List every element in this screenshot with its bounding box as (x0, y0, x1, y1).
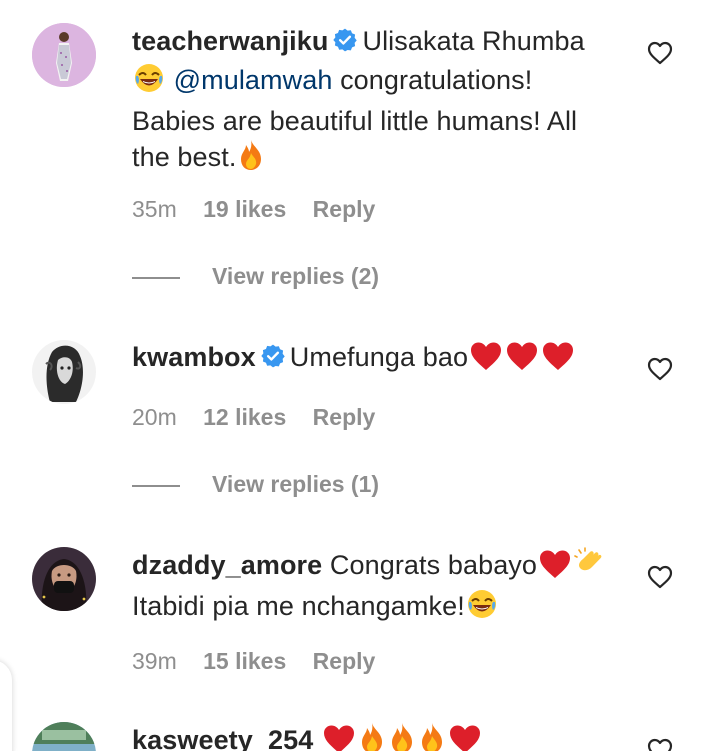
laughing-face-icon (133, 62, 165, 103)
likes-count[interactable]: 15 likes (203, 648, 286, 674)
comment-time: 20m (132, 404, 177, 430)
like-heart-icon[interactable] (647, 738, 673, 751)
comment-text: teacherwanjiku Ulisakata Rhumba @mulamwah… (132, 23, 612, 180)
fire-icon (237, 139, 265, 180)
laughing-face-icon (466, 588, 498, 629)
avatar[interactable] (32, 340, 96, 404)
comment-meta: 35m 19 likes Reply (132, 194, 395, 224)
view-replies-label: View replies (2) (212, 263, 380, 289)
reply-button[interactable]: Reply (313, 404, 376, 430)
fire-icon (388, 722, 416, 751)
red-heart-icon (322, 724, 356, 751)
comment-text: kasweety_254 (132, 722, 612, 751)
red-heart-icon (505, 341, 539, 380)
comment-meta: 39m 15 likes Reply (132, 646, 395, 676)
like-heart-icon[interactable] (647, 357, 673, 381)
mention-link[interactable]: @mulamwah (174, 65, 333, 95)
red-heart-icon (469, 341, 503, 380)
red-heart-icon (448, 724, 482, 751)
comment-body-text: Ulisakata Rhumba (362, 26, 585, 56)
reply-button[interactable]: Reply (313, 196, 376, 222)
divider-line (132, 276, 180, 279)
verified-badge-icon (260, 342, 286, 378)
username[interactable]: kwambox (132, 342, 256, 372)
red-heart-icon (538, 549, 572, 588)
username[interactable]: teacherwanjiku (132, 26, 328, 56)
avatar[interactable] (32, 547, 96, 611)
clapping-hands-icon (574, 547, 606, 588)
likes-count[interactable]: 12 likes (203, 404, 286, 430)
fire-icon (418, 722, 446, 751)
comment-body-text-2: Itabidi pia me nchangamke! (132, 591, 465, 621)
comments-page: teacherwanjiku Ulisakata Rhumba @mulamwah… (0, 0, 720, 751)
comment-time: 35m (132, 196, 177, 222)
username[interactable]: kasweety_254 (132, 725, 313, 751)
divider-line (132, 484, 180, 487)
red-heart-icon (541, 341, 575, 380)
reply-button[interactable]: Reply (313, 648, 376, 674)
like-heart-icon[interactable] (647, 41, 673, 65)
comment-body-text: Congrats babayo (329, 550, 538, 580)
verified-badge-icon (332, 26, 358, 62)
comment-body-text: Umefunga bao (289, 342, 469, 372)
comment-text: dzaddy_amore Congrats babayo Itabidi pia… (132, 547, 612, 629)
like-heart-icon[interactable] (647, 565, 673, 589)
fire-icon (358, 722, 386, 751)
view-replies-button[interactable]: View replies (1) (132, 469, 379, 499)
avatar[interactable] (32, 722, 96, 751)
comment-meta: 20m 12 likes Reply (132, 402, 395, 432)
view-replies-button[interactable]: View replies (2) (132, 261, 379, 291)
comment-time: 39m (132, 648, 177, 674)
floating-edge-card (0, 660, 12, 751)
likes-count[interactable]: 19 likes (203, 196, 286, 222)
avatar[interactable] (32, 23, 96, 87)
comment-text: kwambox Umefunga bao (132, 339, 612, 380)
view-replies-label: View replies (1) (212, 471, 380, 497)
username[interactable]: dzaddy_amore (132, 550, 322, 580)
